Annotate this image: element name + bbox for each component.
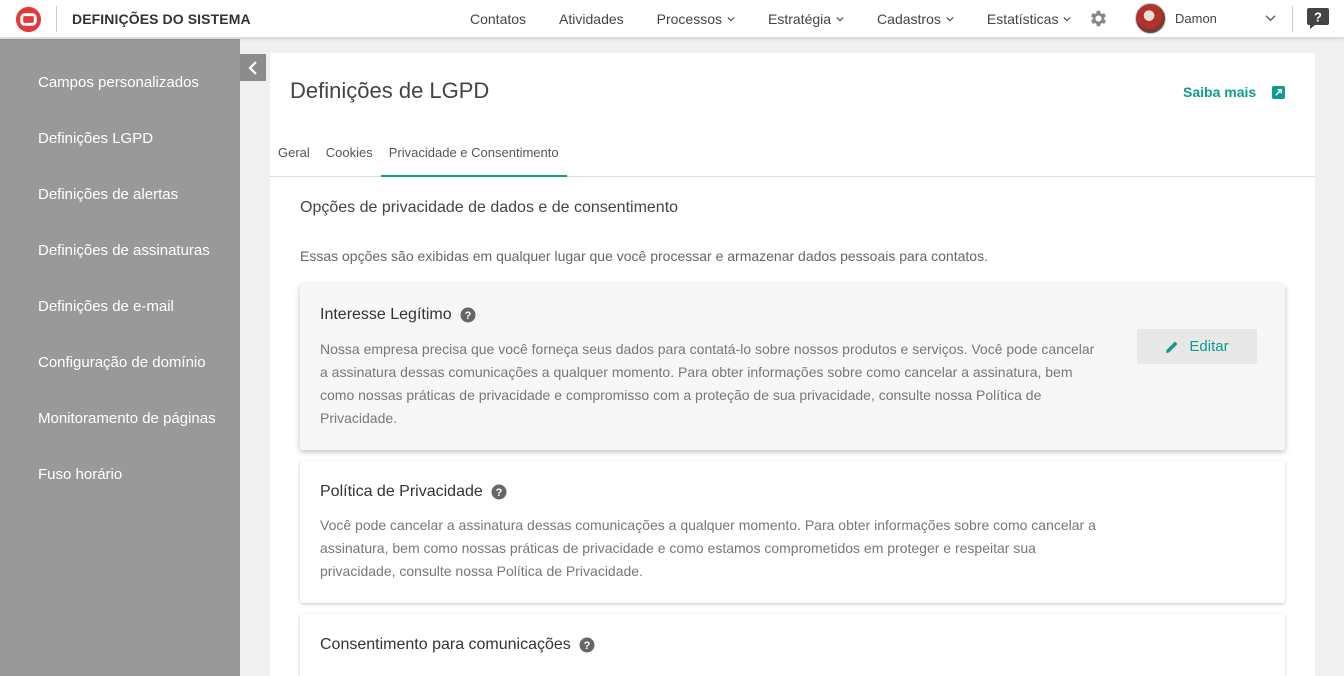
- svg-text:?: ?: [495, 487, 502, 499]
- chevron-down-icon: [1063, 16, 1072, 22]
- chevron-left-icon: [248, 60, 257, 75]
- card-interesse-legitimo: Interesse Legítimo ? Nossa empresa preci…: [300, 284, 1285, 450]
- help-icon[interactable]: ?: [1305, 5, 1331, 31]
- gear-icon[interactable]: [1088, 8, 1109, 29]
- card-description: Nossa empresa precisa que você forneça s…: [320, 341, 1095, 426]
- sidebar-item-monitoramento-paginas[interactable]: Monitoramento de páginas: [38, 410, 216, 427]
- card-title: Política de Privacidade ?: [320, 483, 507, 501]
- card-title-text: Política de Privacidade: [320, 483, 483, 500]
- card-title-text: Consentimento para comunicações: [320, 636, 571, 653]
- nav-atividades[interactable]: Atividades: [559, 11, 624, 27]
- main-nav: Contatos Atividades Processos Estratégia…: [470, 0, 1104, 38]
- chevron-down-icon: [946, 16, 954, 22]
- svg-text:?: ?: [464, 310, 471, 322]
- card-title: Consentimento para comunicações ?: [320, 636, 595, 654]
- nav-processos[interactable]: Processos: [657, 11, 735, 27]
- card-title-text: Interesse Legítimo: [320, 306, 452, 323]
- edit-button-label: Editar: [1189, 338, 1229, 355]
- user-name[interactable]: Damon: [1175, 11, 1217, 26]
- tab-geral[interactable]: Geral: [270, 141, 318, 177]
- nav-estatisticas[interactable]: Estatísticas: [987, 11, 1072, 27]
- sidebar-item-definicoes-assinaturas[interactable]: Definições de assinaturas: [38, 242, 210, 259]
- help-circle-icon[interactable]: ?: [460, 307, 476, 323]
- page-title: Definições de LGPD: [290, 78, 490, 103]
- top-bar: DEFINIÇÕES DO SISTEMA Contatos Atividade…: [0, 0, 1344, 38]
- header-divider: [1292, 6, 1293, 32]
- help-circle-icon[interactable]: ?: [579, 637, 595, 653]
- nav-estrategia[interactable]: Estratégia: [768, 11, 844, 27]
- sidebar-collapse-button[interactable]: [240, 54, 266, 81]
- edit-button[interactable]: Editar: [1137, 329, 1257, 364]
- sidebar-item-definicoes-alertas[interactable]: Definições de alertas: [38, 186, 178, 203]
- sidebar-item-definicoes-lgpd[interactable]: Definições LGPD: [38, 130, 153, 147]
- sidebar-item-configuracao-dominio[interactable]: Configuração de domínio: [38, 354, 206, 371]
- brand-logo[interactable]: [14, 5, 43, 34]
- tab-cookies[interactable]: Cookies: [318, 141, 381, 177]
- panel-header: Definições de LGPD Saiba mais Geral Cook…: [270, 53, 1315, 177]
- chevron-down-icon[interactable]: [1265, 14, 1276, 23]
- avatar[interactable]: [1135, 3, 1166, 34]
- svg-text:?: ?: [1314, 10, 1322, 25]
- sidebar-item-campos-personalizados[interactable]: Campos personalizados: [38, 74, 199, 91]
- svg-text:?: ?: [583, 640, 590, 652]
- tab-bar: Geral Cookies Privacidade e Consentiment…: [270, 141, 567, 177]
- sidebar: Campos personalizados Definições LGPD De…: [0, 39, 240, 676]
- card-consentimento-comunicacoes: Consentimento para comunicações ?: [300, 614, 1285, 676]
- saiba-mais-link[interactable]: Saiba mais: [1183, 84, 1286, 100]
- help-circle-icon[interactable]: ?: [491, 484, 507, 500]
- main-panel: Definições de LGPD Saiba mais Geral Cook…: [270, 53, 1315, 676]
- chevron-down-icon: [836, 16, 844, 22]
- app-title: DEFINIÇÕES DO SISTEMA: [72, 11, 251, 27]
- external-link-icon: [1272, 85, 1286, 99]
- pencil-icon: [1166, 341, 1178, 353]
- sidebar-item-fuso-horario[interactable]: Fuso horário: [38, 466, 122, 483]
- nav-cadastros[interactable]: Cadastros: [877, 11, 954, 27]
- section-title: Opções de privacidade de dados e de cons…: [300, 199, 679, 216]
- nav-contatos[interactable]: Contatos: [470, 11, 526, 27]
- card-politica-privacidade: Política de Privacidade ? Você pode canc…: [300, 461, 1285, 603]
- chevron-down-icon: [727, 16, 735, 22]
- tab-privacidade-consentimento[interactable]: Privacidade e Consentimento: [380, 141, 567, 177]
- card-description: Você pode cancelar a assinatura dessas c…: [320, 517, 1096, 579]
- section-description: Essas opções são exibidas em qualquer lu…: [300, 248, 988, 264]
- saiba-mais-label: Saiba mais: [1183, 84, 1257, 100]
- header-divider: [56, 6, 57, 32]
- card-title: Interesse Legítimo ?: [320, 306, 476, 324]
- sidebar-item-definicoes-email[interactable]: Definições de e-mail: [38, 298, 174, 315]
